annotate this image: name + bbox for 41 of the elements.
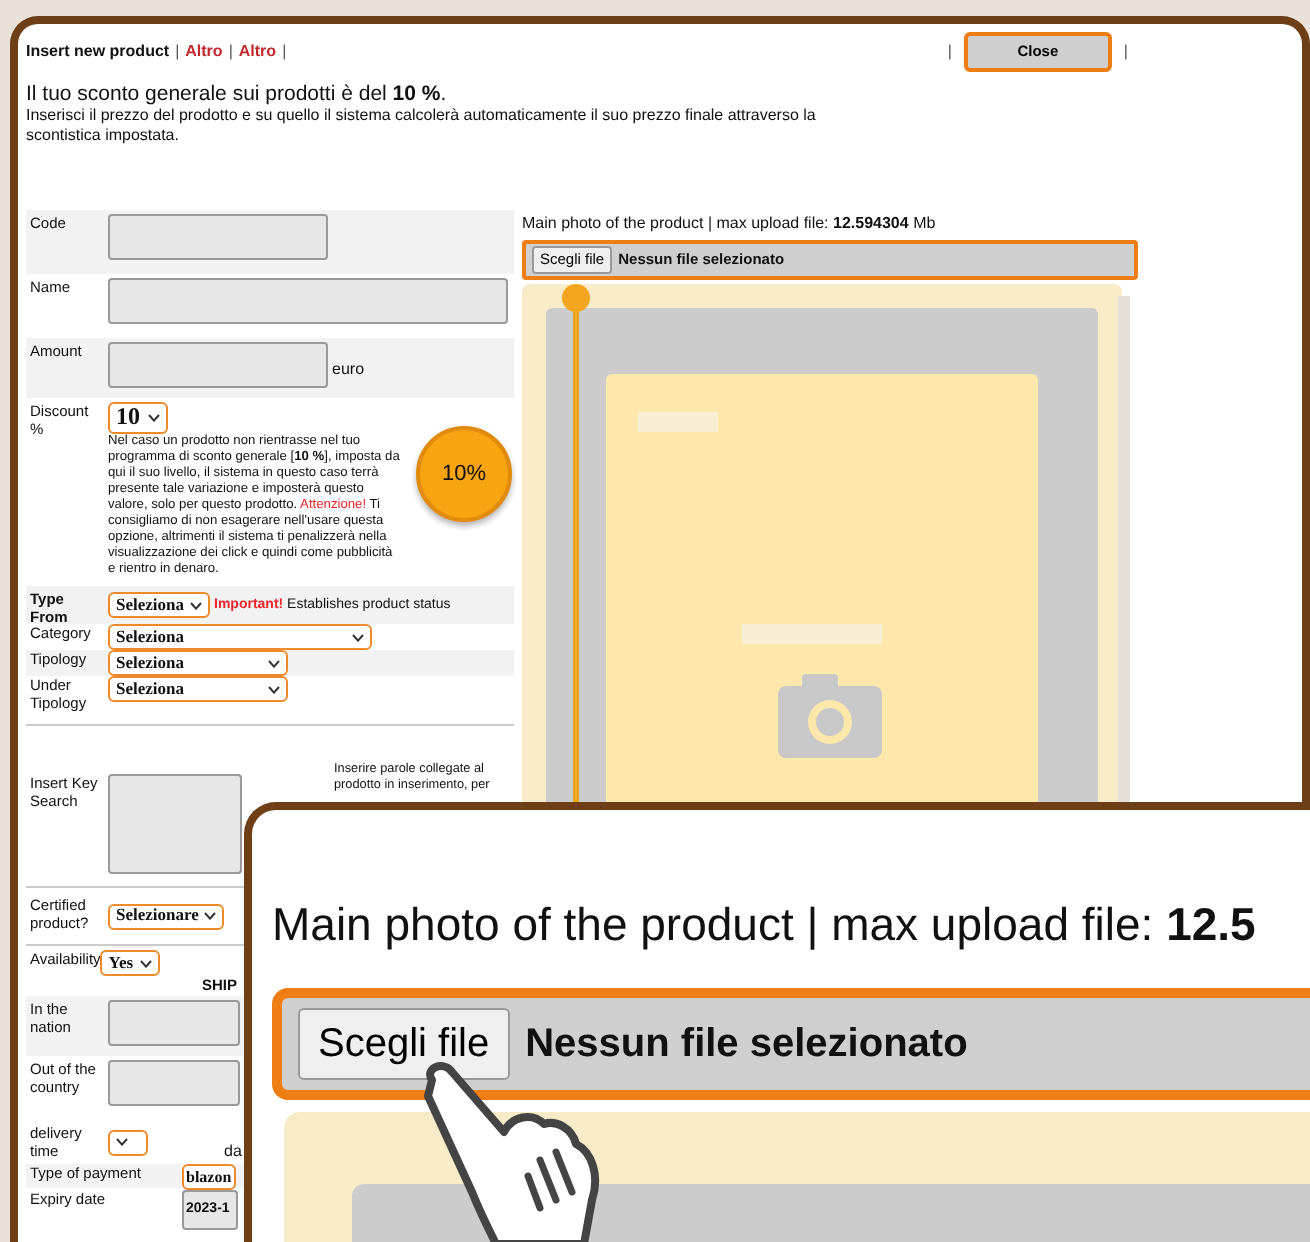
file-status: Nessun file selezionato bbox=[525, 1019, 968, 1069]
nav-link[interactable]: Altro bbox=[185, 42, 223, 62]
input-field[interactable] bbox=[108, 1060, 240, 1107]
upload-label: Main photo of the product | max upload file: 12.594304 Mb bbox=[522, 214, 938, 233]
discount-select[interactable]: 10 bbox=[108, 402, 168, 435]
caret-icon bbox=[352, 633, 364, 642]
separator: | bbox=[947, 42, 952, 62]
instructions-text: Inserisci il prezzo del prodotto e su quello il sistema calcolerà automaticamente il suo prezzo finale attraverso la scontistica impostata. bbox=[26, 106, 818, 145]
nav-link[interactable]: Altro bbox=[238, 42, 277, 62]
unit-label: euro bbox=[332, 359, 365, 378]
search-keywords-field[interactable] bbox=[108, 774, 242, 875]
input-field[interactable] bbox=[108, 278, 508, 325]
separator: | bbox=[175, 42, 180, 62]
select-field[interactable]: Seleziona bbox=[108, 592, 210, 619]
caret-icon bbox=[268, 659, 280, 668]
page-title: Insert new product bbox=[26, 42, 170, 62]
caret-icon bbox=[139, 959, 152, 968]
choose-file-button[interactable]: Scegli file bbox=[298, 1007, 510, 1079]
separator: | bbox=[228, 42, 233, 62]
caret-icon bbox=[268, 685, 280, 694]
separator: | bbox=[282, 42, 287, 62]
discount-message: Il tuo sconto generale sui prodotti è del 10 %. bbox=[26, 82, 449, 107]
select-field[interactable]: Yes bbox=[100, 950, 160, 977]
select-field[interactable]: Selezionare bbox=[108, 903, 225, 930]
file-input[interactable]: Scegli file Nessun file selezionato bbox=[272, 987, 1310, 1099]
separator: | bbox=[1123, 42, 1128, 62]
caret-icon bbox=[190, 601, 202, 610]
caret-icon bbox=[204, 912, 217, 921]
select-field[interactable]: Seleziona bbox=[108, 624, 372, 651]
select-field[interactable]: Seleziona bbox=[108, 650, 288, 677]
upload-label: Main photo of the product | max upload file: 12.5 bbox=[272, 896, 1258, 954]
payment-select[interactable]: blazon bbox=[182, 1164, 236, 1191]
input-field[interactable] bbox=[108, 342, 328, 389]
input-field[interactable] bbox=[108, 1000, 240, 1047]
input-field[interactable] bbox=[108, 214, 328, 261]
discount-badge: 10% bbox=[416, 426, 512, 523]
field-label: da bbox=[224, 1142, 242, 1161]
delivery-select[interactable] bbox=[108, 1129, 148, 1156]
caret-icon bbox=[116, 1138, 128, 1147]
caret-icon bbox=[148, 414, 160, 423]
select-field[interactable]: Seleziona bbox=[108, 676, 288, 703]
